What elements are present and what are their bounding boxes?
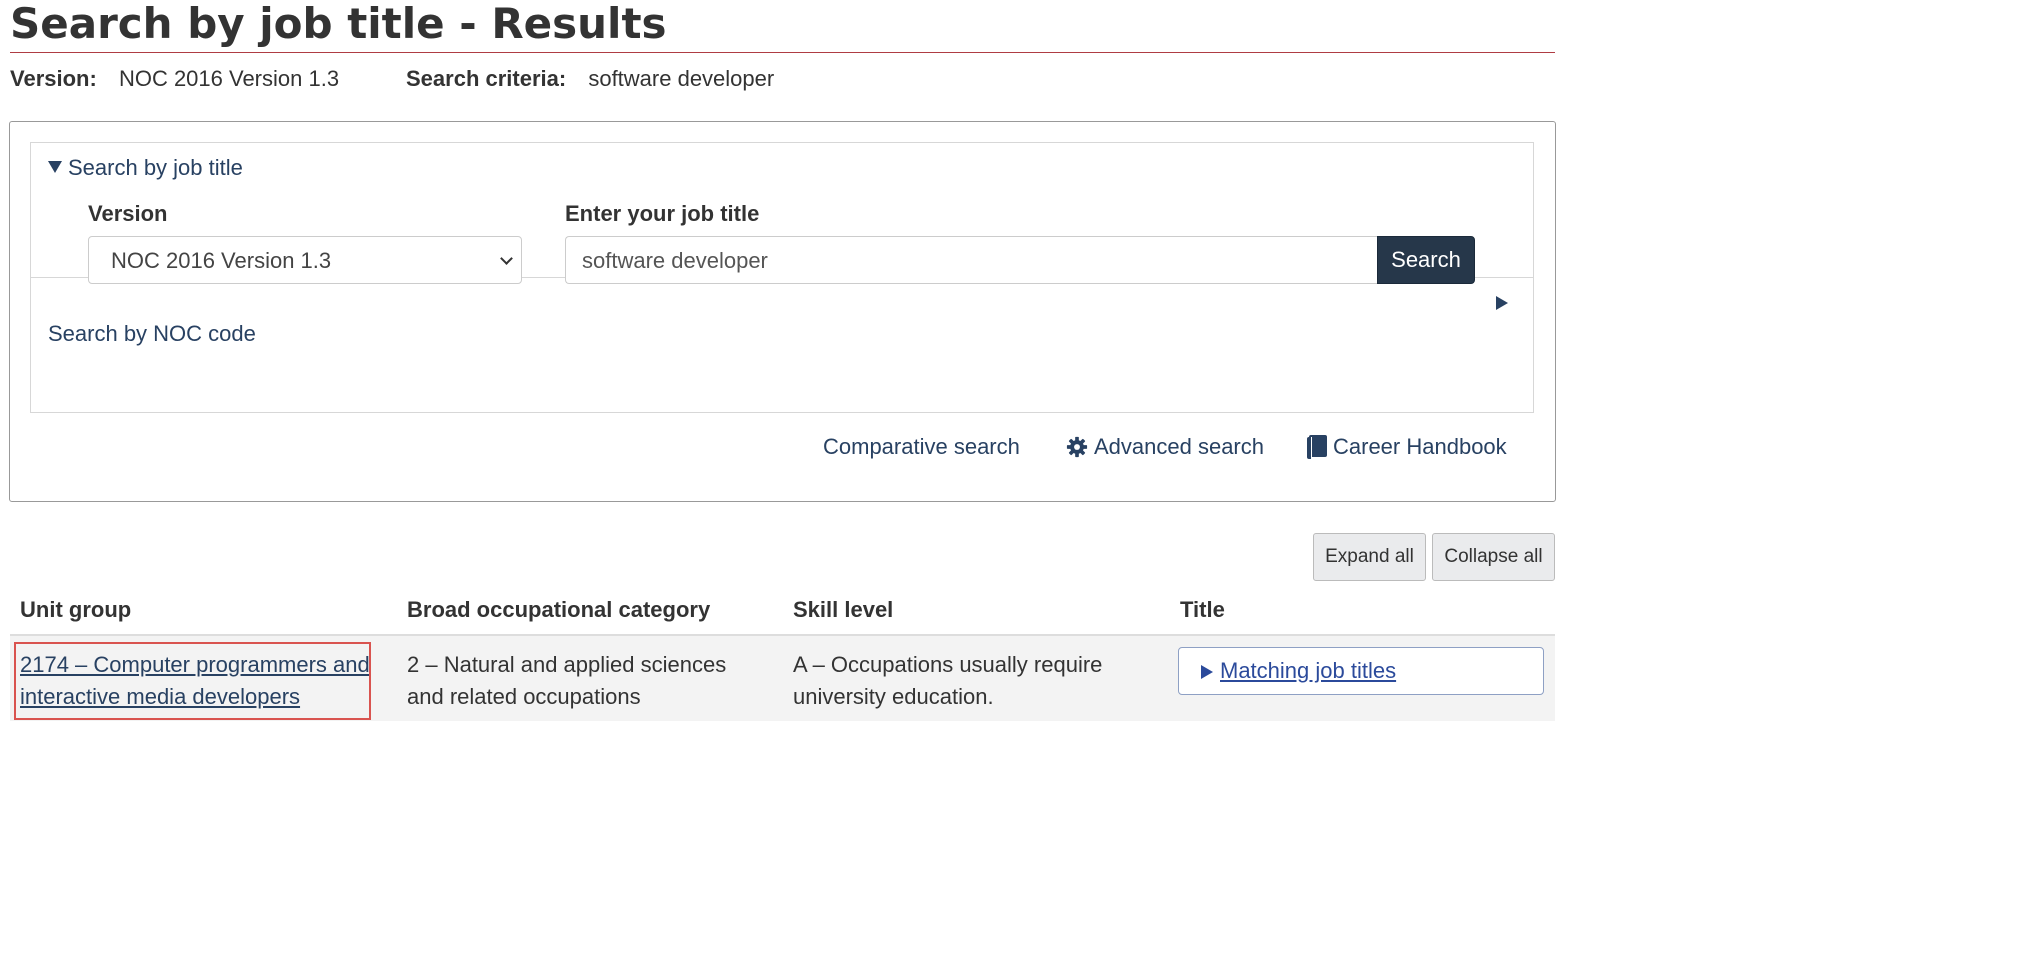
version-field-label: Version [88,201,168,226]
expand-all-button[interactable]: Expand all [1313,533,1426,581]
career-handbook-link[interactable]: Career Handbook [1307,433,1507,461]
version-select[interactable]: NOC 2016 Version 1.3 [88,236,522,284]
criteria-summary: Search criteria: software developer [406,64,774,94]
version-select-value: NOC 2016 Version 1.3 [111,248,332,273]
job-title-search-toggle-label: Search by job title [68,155,243,180]
column-header-broad-category: Broad occupational category [407,597,711,622]
job-title-search-toggle[interactable]: Search by job title [48,154,243,182]
job-title-field-label: Enter your job title [565,201,760,226]
comparative-search-link[interactable]: Comparative search [795,433,1020,461]
column-header-unit-group: Unit group [20,597,132,622]
job-title-input-value: software developer [582,248,768,273]
version-summary-label: Version: [10,66,97,91]
gear-icon [1066,436,1088,458]
version-summary: Version: NOC 2016 Version 1.3 [10,64,339,94]
caret-right-icon [1201,665,1213,679]
advanced-search-link[interactable]: Advanced search [1066,433,1264,461]
page-title: Search by job title - Results [10,0,667,48]
search-button[interactable]: Search [1377,236,1475,284]
page: Search by job title - Results Version: N… [0,0,1570,954]
advanced-search-label: Advanced search [1094,434,1264,459]
chevron-down-icon [500,252,513,265]
noc-code-search-toggle[interactable]: Search by NOC code [48,320,256,348]
skill-level-cell: A – Occupations usually require universi… [793,652,1103,709]
matching-job-titles-toggle[interactable]: Matching job titles [1178,647,1544,695]
title-divider [10,52,1555,53]
column-header-title: Title [1180,597,1225,622]
highlight-box [14,642,371,720]
criteria-summary-value: software developer [588,66,775,91]
career-handbook-label: Career Handbook [1333,434,1507,459]
collapse-all-button[interactable]: Collapse all [1432,533,1555,581]
column-header-skill-level: Skill level [793,597,894,622]
version-summary-value: NOC 2016 Version 1.3 [118,66,340,91]
matching-job-titles-link[interactable]: Matching job titles [1220,657,1396,685]
job-title-input[interactable]: software developer [565,236,1378,284]
book-icon [1307,435,1327,459]
broad-category-cell: 2 – Natural and applied sciences and rel… [407,652,727,709]
caret-right-icon[interactable] [1496,296,1508,310]
comparative-search-label: Comparative search [823,434,1020,459]
grid-icon [795,436,817,458]
criteria-summary-label: Search criteria: [406,66,567,91]
caret-down-icon [48,161,62,173]
